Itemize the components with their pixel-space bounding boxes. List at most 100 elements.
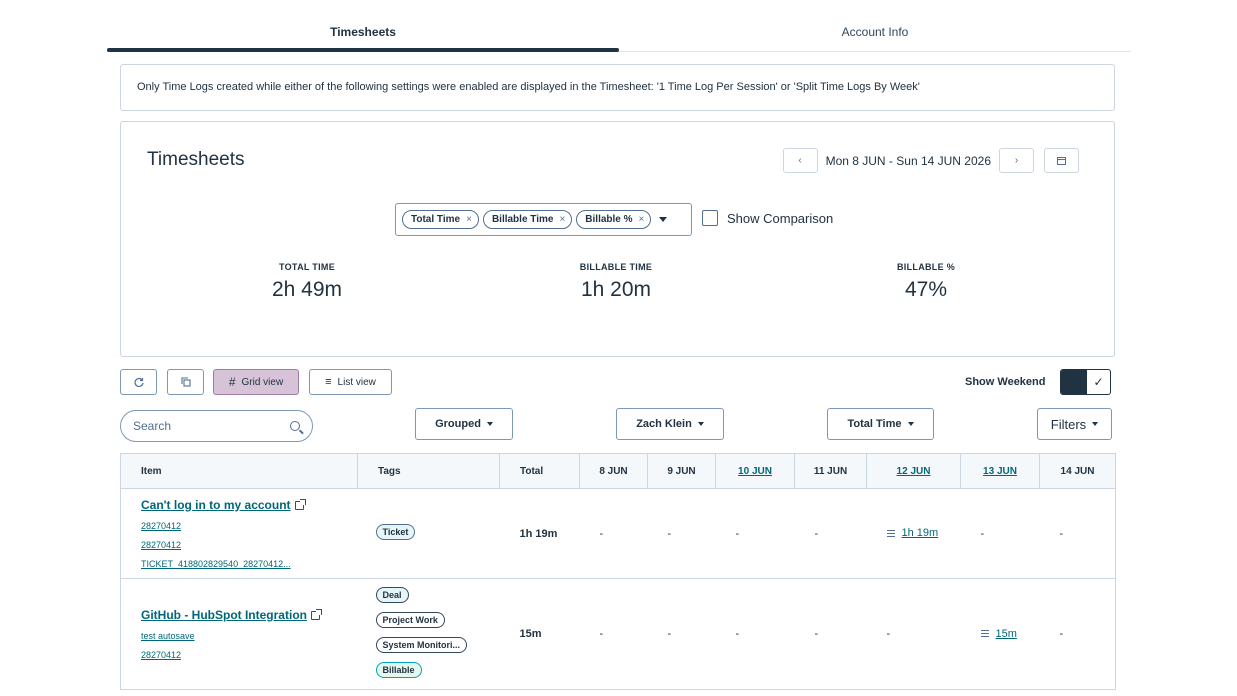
filters-label: Filters (1050, 416, 1087, 432)
item-title-text: Can't log in to my account (141, 498, 291, 512)
pill-label: Total Time (411, 214, 461, 225)
header-day-link[interactable]: 10 JUN (738, 466, 772, 477)
show-weekend-toggle[interactable]: ✓ (1060, 369, 1111, 395)
caret-down-icon (907, 422, 914, 426)
header-total[interactable]: Total (499, 453, 580, 489)
day-cell: - (579, 488, 648, 579)
toggle-knob (1061, 370, 1087, 394)
tab-bar: Timesheets Account Info (107, 0, 1131, 52)
day-time-link[interactable]: 15m (980, 628, 1017, 640)
total-cell: 1h 19m (499, 488, 580, 579)
copy-button[interactable] (167, 369, 204, 395)
next-week-button[interactable]: › (999, 148, 1034, 173)
stat-label: BILLABLE % (897, 262, 955, 272)
item-cell: Can't log in to my account 28270412 2827… (120, 488, 358, 579)
item-title-link[interactable]: Can't log in to my account (141, 498, 306, 512)
item-sub-link[interactable]: 28270412 (141, 650, 311, 660)
metric-label: Total Time (847, 418, 902, 430)
tab-account-info[interactable]: Account Info (619, 0, 1131, 51)
header-day[interactable]: 10 JUN (715, 453, 795, 489)
day-time-link[interactable]: 1h 19m (886, 527, 939, 540)
metric-multiselect[interactable]: Total Time × Billable Time × Billable % × (395, 203, 692, 236)
header-day: 14 JUN (1039, 453, 1116, 489)
day-cell: - (794, 488, 867, 579)
summary-card: Timesheets ‹ Mon 8 JUN - Sun 14 JUN 2026… (120, 121, 1115, 357)
close-icon[interactable]: × (559, 214, 565, 225)
user-dropdown[interactable]: Zach Klein (616, 408, 724, 440)
header-day-link[interactable]: 13 JUN (983, 466, 1017, 477)
stat-label: BILLABLE TIME (579, 262, 653, 272)
tag-badge: Deal (375, 587, 409, 603)
tag-badge: Project Work (375, 612, 445, 628)
day-cell: - (794, 578, 867, 690)
calendar-button[interactable] (1044, 148, 1079, 173)
grouped-dropdown[interactable]: Grouped (415, 408, 513, 440)
day-cell: - (715, 578, 795, 690)
grid-view-button[interactable]: # Grid view (213, 369, 299, 395)
filters-dropdown[interactable]: Filters (1037, 408, 1112, 440)
item-sub-link[interactable]: 28270412 (141, 521, 311, 531)
chevron-left-icon: ‹ (798, 155, 802, 166)
day-cell: - (715, 488, 795, 579)
list-icon (886, 529, 895, 537)
day-cell: 1h 19m (866, 488, 961, 579)
metric-dropdown[interactable]: Total Time (827, 408, 934, 440)
header-tags: Tags (357, 453, 500, 489)
copy-icon (180, 377, 191, 387)
search-box (120, 410, 313, 442)
header-day[interactable]: 13 JUN (960, 453, 1040, 489)
hash-icon: # (228, 375, 236, 389)
checkmark-icon: ✓ (1093, 375, 1104, 389)
show-comparison: Show Comparison (702, 210, 833, 226)
item-sub-link[interactable]: 28270412 (141, 540, 311, 550)
header-item[interactable]: Item (120, 453, 358, 489)
tab-timesheets[interactable]: Timesheets (107, 0, 619, 52)
search-input[interactable] (133, 419, 290, 433)
header-day-link[interactable]: 12 JUN (897, 466, 931, 477)
summary-title: Timesheets (147, 149, 245, 170)
external-link-icon (294, 498, 306, 510)
day-cell: - (960, 488, 1040, 579)
caret-down-icon[interactable] (659, 217, 668, 222)
list-icon: ≡ (325, 376, 332, 388)
day-cell: 15m (960, 578, 1040, 690)
search-icon[interactable] (290, 421, 300, 431)
item-sub-link[interactable]: TICKET_418802829540_28270412... (141, 559, 311, 569)
calendar-icon (1057, 157, 1066, 165)
stat-value: 2h 49m (271, 278, 343, 301)
item-title-text: GitHub - HubSpot Integration (141, 608, 307, 622)
stat-label: TOTAL TIME (279, 262, 335, 272)
caret-down-icon (1092, 422, 1099, 426)
table-header-row: Item Tags Total 8 JUN 9 JUN 10 JUN 11 JU… (120, 453, 1116, 489)
header-day[interactable]: 12 JUN (866, 453, 961, 489)
timesheet-table: Item Tags Total 8 JUN 9 JUN 10 JUN 11 JU… (120, 453, 1116, 690)
show-comparison-checkbox[interactable] (702, 210, 718, 226)
pill-label: Billable Time (491, 214, 554, 225)
item-sub-link[interactable]: test autosave (141, 631, 311, 641)
tag-badge: Billable (375, 662, 422, 678)
stat-total-time: TOTAL TIME 2h 49m (207, 262, 407, 302)
refresh-icon (134, 377, 144, 387)
item-title-link[interactable]: GitHub - HubSpot Integration (141, 608, 322, 622)
close-icon[interactable]: × (466, 214, 472, 225)
list-view-button[interactable]: ≡ List view (309, 369, 392, 395)
date-navigator: ‹ Mon 8 JUN - Sun 14 JUN 2026 › (782, 148, 1079, 173)
day-cell: - (647, 488, 716, 579)
total-cell: 15m (499, 578, 580, 690)
pill-label: Billable % (585, 214, 633, 225)
list-view-label: List view (337, 376, 376, 388)
metric-pill-billable-percent: Billable % × (576, 210, 652, 229)
metric-pill-total-time: Total Time × (402, 210, 479, 229)
day-time-text: 1h 19m (901, 527, 939, 540)
close-icon[interactable]: × (639, 214, 645, 225)
refresh-button[interactable] (120, 369, 157, 395)
grouped-label: Grouped (435, 418, 481, 430)
tag-badge: Ticket (375, 524, 416, 540)
metric-pill-billable-time: Billable Time × (482, 210, 573, 229)
stat-value: 1h 20m (580, 278, 652, 301)
stat-billable-time: BILLABLE TIME 1h 20m (516, 262, 716, 302)
date-range-label: Mon 8 JUN - Sun 14 JUN 2026 (825, 153, 991, 168)
prev-week-button[interactable]: ‹ (782, 148, 818, 173)
day-cell: - (866, 578, 961, 690)
day-cell: - (579, 578, 648, 690)
